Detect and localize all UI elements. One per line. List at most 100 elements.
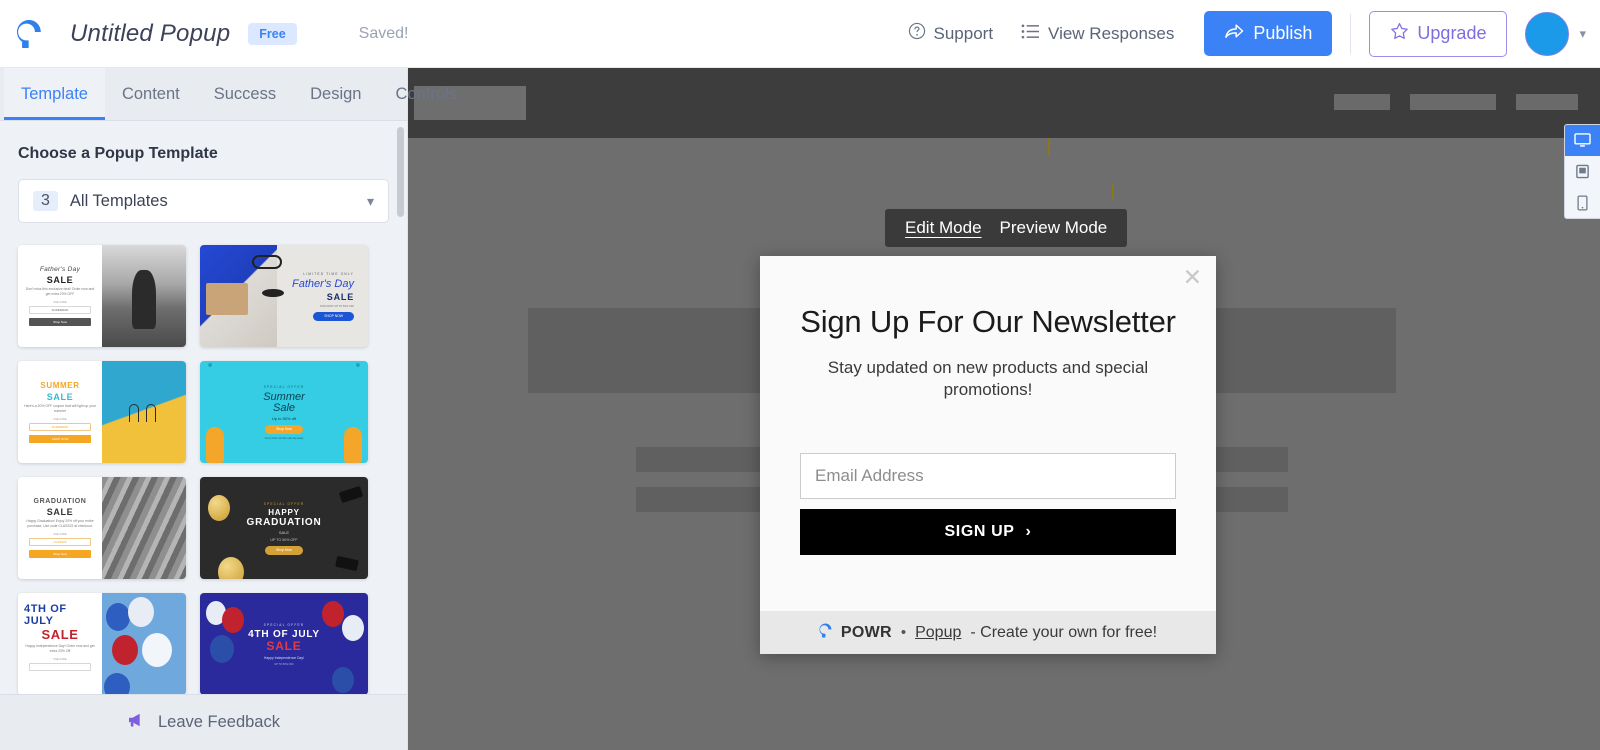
popup-title[interactable]: Sign Up For Our Newsletter: [788, 304, 1188, 340]
template-button: Shop Now: [265, 424, 303, 434]
template-field: SUMMER20: [29, 422, 91, 431]
view-responses-label: View Responses: [1048, 23, 1175, 43]
template-body: Here's a 20% OFF coupon that will light …: [24, 404, 96, 413]
template-card[interactable]: SUMMER SALE Here's a 20% OFF coupon that…: [18, 361, 186, 463]
share-arrow-icon: [1224, 22, 1244, 45]
father-and-child-bw-image: [102, 245, 186, 347]
template-card[interactable]: SPECIAL OFFER Summer Sale Up to 50% off …: [200, 361, 368, 463]
avatar[interactable]: [1525, 11, 1570, 56]
mock-site-nav: [1334, 94, 1578, 110]
save-status: Saved!: [358, 24, 409, 42]
device-preview-bar: [1564, 124, 1600, 219]
template-body: Happy Independence Day! Order now and ge…: [25, 644, 95, 653]
template-subtitle-2: SALE: [278, 529, 290, 535]
popup-content: Sign Up For Our Newsletter Stay updated …: [760, 256, 1216, 401]
template-body: Don't miss this exclusive deal! Order no…: [25, 287, 95, 297]
popup-branding-bar: POWR • Popup - Create your own for free!: [760, 611, 1216, 654]
template-body: DISCOUNT UP TO 50% OFF: [320, 304, 354, 308]
support-button[interactable]: Support: [894, 22, 1008, 45]
publish-button[interactable]: Publish: [1204, 11, 1333, 56]
list-icon: [1021, 23, 1040, 45]
template-title: GRADUATION: [33, 498, 87, 506]
popup-product-link[interactable]: Popup: [915, 624, 961, 642]
template-eyebrow: SPECIAL OFFER: [263, 501, 305, 506]
template-note: Hurry! Don't let this sale slip away: [264, 436, 304, 440]
tab-content[interactable]: Content: [105, 68, 197, 120]
desktop-icon[interactable]: [1565, 125, 1600, 156]
leave-feedback-button[interactable]: Leave Feedback: [0, 694, 407, 750]
separator-dot: •: [900, 624, 907, 641]
july4-balloons-sky-image: [102, 593, 186, 694]
sidebar-scrollbar-thumb[interactable]: [397, 127, 404, 217]
sidebar-scrollbar[interactable]: [397, 121, 406, 694]
template-body: Happy Graduation! Enjoy 20% off your ent…: [26, 519, 94, 528]
tab-controls[interactable]: Controls: [378, 68, 473, 120]
template-button: SHOP NOW: [313, 311, 354, 321]
close-icon[interactable]: ✕: [1183, 266, 1202, 289]
tab-template[interactable]: Template: [4, 68, 105, 120]
template-body: UP TO 50% OFF: [270, 537, 298, 542]
template-button: Shop Now: [29, 318, 91, 326]
sidebar-tabs: Template Content Success Design Controls: [0, 68, 457, 121]
plan-badge: Free: [248, 22, 297, 45]
template-subtitle: GRADUATION: [246, 516, 322, 528]
top-bar: Untitled Popup Free Saved! Support View: [0, 0, 1600, 68]
template-tiny: USE CODE: [53, 417, 67, 421]
signup-button[interactable]: SIGN UP ›: [800, 508, 1176, 555]
template-card[interactable]: Father's Day SALE Don't miss this exclus…: [18, 245, 186, 347]
template-button: SHOP NOW: [29, 434, 91, 443]
preview-mode-button[interactable]: Preview Mode: [1000, 218, 1108, 238]
template-filter-count: 3: [33, 191, 58, 211]
chevron-right-icon: ›: [1025, 522, 1032, 540]
template-subtitle: SALE: [266, 638, 302, 653]
template-subtitle: SALE: [46, 507, 74, 518]
template-card[interactable]: GRADUATION SALE Happy Graduation! Enjoy …: [18, 477, 186, 579]
template-card[interactable]: LIMITED TIME ONLY Father's Day SALE DISC…: [200, 245, 368, 347]
star-icon: [1390, 22, 1409, 46]
email-input[interactable]: Email Address: [800, 452, 1176, 499]
template-filter-select[interactable]: 3 All Templates ▾: [18, 179, 389, 223]
preview-canvas: Edit Mode Preview Mode ✕ Sign Up For Our…: [408, 68, 1600, 750]
chevron-down-icon: ▾: [366, 192, 374, 209]
template-card[interactable]: 4TH OF JULY SALE Happy Independence Day!…: [18, 593, 186, 694]
question-circle-icon: [908, 22, 926, 45]
template-body: Up to 50% off: [271, 415, 297, 421]
panel-heading: Choose a Popup Template: [18, 145, 218, 162]
template-field: SUPERDAD: [29, 306, 91, 314]
template-body: Happy Independence Day!: [263, 655, 305, 660]
upgrade-button[interactable]: Upgrade: [1369, 10, 1508, 57]
tab-design[interactable]: Design: [293, 68, 378, 120]
leave-feedback-label: Leave Feedback: [157, 713, 280, 731]
template-button: Shop Now: [265, 545, 303, 555]
popup-subtitle[interactable]: Stay updated on new products and special…: [788, 357, 1188, 401]
graduation-caps-bw-image: [102, 477, 186, 579]
template-button: Shop Now: [29, 549, 91, 558]
template-field: [29, 662, 91, 671]
chevron-down-icon[interactable]: ▾: [1579, 26, 1586, 42]
template-tiny: USE CODE: [53, 532, 67, 536]
template-title: HAPPY: [268, 507, 300, 517]
template-title: Father's Day: [291, 277, 354, 290]
edit-mode-button[interactable]: Edit Mode: [905, 218, 982, 238]
popup-builder-app: Untitled Popup Free Saved! Support View: [0, 0, 1600, 750]
template-card[interactable]: SPECIAL OFFER 4TH OF JULY SALE Happy Ind…: [200, 593, 368, 694]
document-title[interactable]: Untitled Popup: [70, 20, 230, 48]
template-subtitle: SALE: [46, 392, 74, 403]
powr-logo-icon[interactable]: [8, 13, 50, 55]
template-card[interactable]: SPECIAL OFFER HAPPY GRADUATION SALE UP T…: [200, 477, 368, 579]
template-eyebrow: SPECIAL OFFER: [263, 384, 305, 389]
view-responses-button[interactable]: View Responses: [1007, 23, 1188, 45]
upgrade-label: Upgrade: [1417, 23, 1487, 43]
signup-label: SIGN UP: [944, 522, 1015, 540]
template-grid: Father's Day SALE Don't miss this exclus…: [18, 245, 389, 694]
tab-success[interactable]: Success: [197, 68, 293, 120]
tablet-icon[interactable]: [1565, 156, 1600, 187]
template-title: Father's Day: [39, 265, 81, 273]
megaphone-icon: [127, 712, 147, 733]
template-tiny: USE CODE: [53, 657, 67, 661]
mobile-icon[interactable]: [1565, 187, 1600, 218]
template-title: SUMMER: [40, 381, 80, 391]
template-subtitle: SALE: [46, 275, 74, 286]
template-panel: Choose a Popup Template 3 All Templates …: [0, 121, 407, 694]
template-note: UP TO 50% OFF: [274, 662, 294, 666]
